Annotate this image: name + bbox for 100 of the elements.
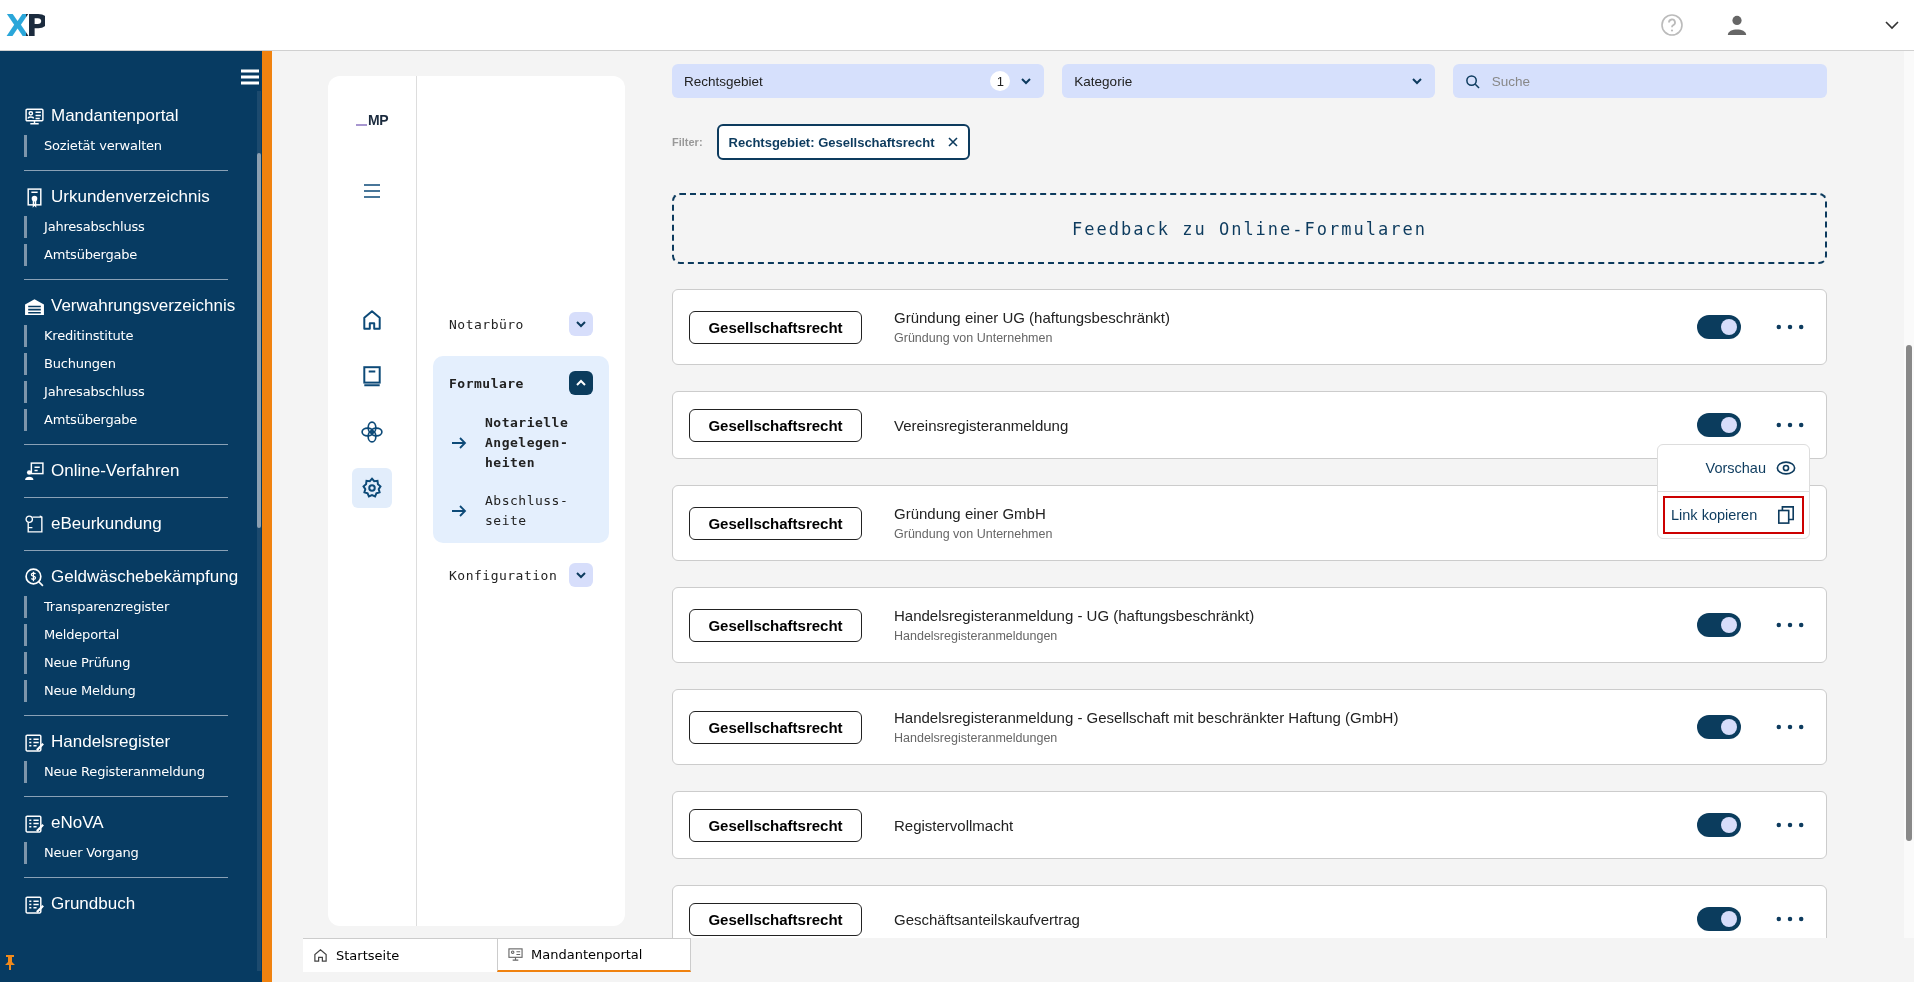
search-icon xyxy=(1464,74,1480,89)
expand-toggle[interactable] xyxy=(569,563,593,587)
more-icon[interactable] xyxy=(1776,724,1804,730)
scroll-seal-icon xyxy=(24,513,45,535)
sidebar-item[interactable]: Neue Registeranmeldung xyxy=(24,761,228,783)
presentation-icon xyxy=(24,460,45,482)
id-card-icon xyxy=(24,105,45,127)
list-edit-icon xyxy=(24,893,45,915)
more-icon[interactable] xyxy=(1776,916,1804,922)
more-icon[interactable] xyxy=(1776,622,1804,628)
sidebar-item[interactable]: Jahresabschluss xyxy=(24,216,228,238)
sidebar-section[interactable]: Mandantenportal xyxy=(24,103,179,129)
sidebar-section[interactable]: Grundbuch xyxy=(24,891,136,917)
toggle-switch[interactable] xyxy=(1697,613,1741,637)
close-icon xyxy=(948,137,959,147)
form-title: Vereinsregisteranmeldung xyxy=(894,416,1069,434)
form-subtitle: Gründung von Unternehmen xyxy=(894,527,1053,541)
form-subtitle: Gründung von Unternehmen xyxy=(894,331,1053,345)
sidebar-section[interactable]: Online-Verfahren xyxy=(24,458,180,484)
category-tag: Gesellschaftsrecht xyxy=(689,408,862,442)
expand-toggle[interactable] xyxy=(569,312,593,336)
sidebar-item[interactable]: Meldeportal xyxy=(24,624,228,646)
nav-group-label[interactable]: Notarbüro xyxy=(449,316,524,332)
sidebar-item[interactable]: Neuer Vorgang xyxy=(24,842,228,864)
form-title: Geschäftsanteilskaufvertrag xyxy=(894,910,1080,928)
money-search-icon xyxy=(24,566,45,588)
nav-group-label[interactable]: Formulare xyxy=(449,375,524,391)
toggle-switch[interactable] xyxy=(1697,813,1741,837)
feedback-button[interactable]: Feedback zu Online-Formularen xyxy=(672,193,1827,264)
category-tag: Gesellschaftsrecht xyxy=(689,902,862,936)
list-edit-icon xyxy=(24,731,45,753)
category-tag: Gesellschaftsrecht xyxy=(689,506,862,540)
sidebar-item[interactable]: Transparenzregister xyxy=(24,596,228,618)
sidebar-item[interactable]: Sozietät verwalten xyxy=(24,135,228,157)
filter-label: Filter: xyxy=(672,136,703,148)
filter-chip[interactable]: Rechtsgebiet: Gesellschaftsrecht xyxy=(716,124,971,160)
sidebar-section[interactable]: Handelsregister xyxy=(24,729,171,755)
sidebar-item[interactable]: Amtsübergabe xyxy=(24,409,228,431)
sidebar-item[interactable]: Amtsübergabe xyxy=(24,244,228,266)
search-field[interactable]: Suche xyxy=(1452,64,1827,98)
category-tag: Gesellschaftsrecht xyxy=(689,310,862,344)
nav-group-label[interactable]: Konfiguration xyxy=(449,567,558,583)
copy-icon xyxy=(1776,506,1796,524)
expand-toggle[interactable] xyxy=(569,371,593,395)
more-icon[interactable] xyxy=(1776,822,1804,828)
category-tag: Gesellschaftsrecht xyxy=(689,808,862,842)
sidebar-section[interactable]: Geldwäschebekämpfung xyxy=(24,564,239,590)
home-icon xyxy=(361,309,383,331)
knot-icon xyxy=(361,421,383,443)
eye-icon xyxy=(1776,459,1796,477)
settings-icon xyxy=(361,477,383,499)
sidebar-section[interactable]: eNoVA xyxy=(24,810,104,836)
sidebar-item[interactable]: Kreditinstitute xyxy=(24,325,228,347)
sidebar-section[interactable]: Urkundenverzeichnis xyxy=(24,184,210,210)
pin-icon[interactable] xyxy=(4,954,16,970)
more-icon[interactable] xyxy=(1776,324,1804,330)
filter-dropdown[interactable]: Kategorie xyxy=(1062,64,1435,98)
filter-dropdown[interactable]: Rechtsgebiet 1 xyxy=(672,64,1045,98)
rail-button[interactable] xyxy=(352,468,392,508)
toggle-switch[interactable] xyxy=(1697,315,1741,339)
scrollbar-thumb[interactable] xyxy=(257,153,261,528)
form-subtitle: Handelsregisteranmeldungen xyxy=(894,629,1058,643)
sidebar-item[interactable]: Neue Prüfung xyxy=(24,652,228,674)
menu-item[interactable]: Vorschau xyxy=(1663,449,1804,487)
mp-logo: MP xyxy=(356,112,388,128)
toggle-switch[interactable] xyxy=(1697,907,1741,931)
form-title: Handelsregisteranmeldung - Gesellschaft mit beschränkter Haftung (GmbH) xyxy=(894,709,1399,726)
sidebar-item[interactable]: Jahresabschluss xyxy=(24,381,228,403)
menu-icon[interactable] xyxy=(364,184,380,198)
chevron-down-icon xyxy=(575,318,587,330)
count-badge: 1 xyxy=(990,71,1011,91)
scrollbar-thumb[interactable] xyxy=(1906,345,1912,841)
menu-item[interactable]: Link kopieren xyxy=(1663,496,1804,534)
list-edit-icon xyxy=(24,812,45,834)
category-tag: Gesellschaftsrecht xyxy=(689,710,862,744)
more-icon[interactable] xyxy=(1776,422,1804,428)
tab[interactable]: Startseite xyxy=(303,938,497,972)
form-title: Handelsregisteranmeldung - UG (haftungsbeschränkt) xyxy=(894,607,1255,624)
form-title: Gründung einer GmbH xyxy=(894,505,1046,522)
nav-link[interactable]: Notarielle Angelegen-heiten xyxy=(485,413,581,473)
toggle-switch[interactable] xyxy=(1697,413,1741,437)
category-tag: Gesellschaftsrecht xyxy=(689,608,862,642)
user-icon[interactable] xyxy=(1726,13,1748,37)
sidebar-section[interactable]: eBeurkundung xyxy=(24,511,162,537)
form-title: Registervollmacht xyxy=(894,816,1014,834)
home-icon xyxy=(313,948,328,963)
chevron-down-icon xyxy=(1410,75,1423,87)
sidebar-item[interactable]: Neue Meldung xyxy=(24,680,228,702)
nav-link[interactable]: Abschluss-seite xyxy=(485,491,581,531)
arrow-right-icon xyxy=(451,436,467,450)
book-icon xyxy=(361,365,383,387)
chevron-down-icon xyxy=(575,569,587,581)
toggle-switch[interactable] xyxy=(1697,715,1741,739)
form-title: Gründung einer UG (haftungsbeschränkt) xyxy=(894,309,1170,326)
sidebar-section[interactable]: Verwahrungsverzeichnis xyxy=(24,293,236,319)
tab[interactable]: Mandantenportal xyxy=(497,938,691,972)
sidebar-item[interactable]: Buchungen xyxy=(24,353,228,375)
arrow-right-icon xyxy=(451,504,467,518)
form-subtitle: Handelsregisteranmeldungen xyxy=(894,731,1058,745)
certificate-icon xyxy=(24,186,45,208)
